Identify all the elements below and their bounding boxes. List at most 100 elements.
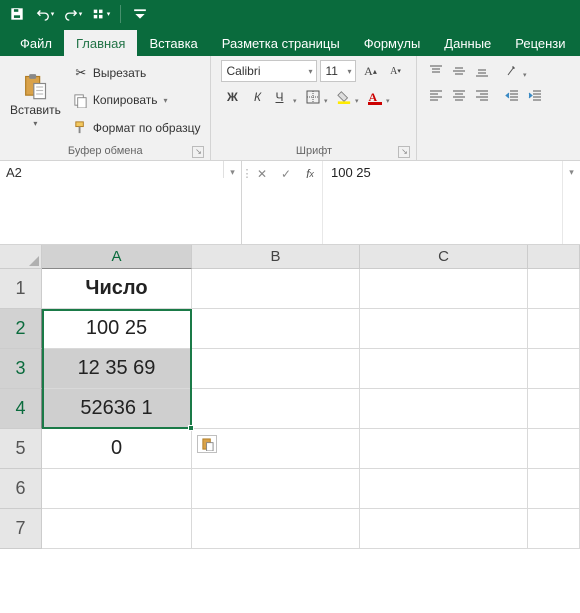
- col-header-extra[interactable]: [528, 245, 580, 269]
- row-header-1[interactable]: 1: [0, 269, 42, 309]
- tab-home[interactable]: Главная: [64, 30, 137, 56]
- col-header-A[interactable]: A: [42, 245, 192, 269]
- orientation-button[interactable]: ▾: [501, 60, 529, 82]
- formula-input[interactable]: 100 25: [323, 161, 562, 244]
- name-box-value[interactable]: A2: [0, 161, 223, 184]
- paste-options-smart-tag[interactable]: [197, 435, 217, 453]
- cut-button[interactable]: ✂ Вырезать: [71, 62, 203, 84]
- row-header-5[interactable]: 5: [0, 429, 42, 469]
- cell-D6[interactable]: [528, 469, 580, 509]
- font-launcher[interactable]: ↘: [398, 146, 410, 158]
- save-button[interactable]: [4, 2, 30, 26]
- row-header-6[interactable]: 6: [0, 469, 42, 509]
- copy-label: Копировать: [93, 93, 158, 107]
- row-header-7[interactable]: 7: [0, 509, 42, 549]
- cell-C4[interactable]: [360, 389, 528, 429]
- paste-icon: [21, 73, 49, 101]
- cell-C2[interactable]: [360, 309, 528, 349]
- tab-file[interactable]: Файл: [8, 30, 64, 56]
- decrease-indent-button[interactable]: [501, 84, 523, 106]
- col-header-B[interactable]: B: [192, 245, 360, 269]
- decrease-font-button[interactable]: A▾: [384, 60, 406, 82]
- italic-button[interactable]: К: [246, 86, 268, 108]
- increase-indent-button[interactable]: [524, 84, 546, 106]
- format-painter-label: Формат по образцу: [93, 121, 201, 135]
- align-left-button[interactable]: [425, 84, 447, 106]
- quick-access-toolbar: ▾ ▾ ▾: [0, 0, 580, 28]
- redo-button[interactable]: ▾: [60, 2, 86, 26]
- cell-B4[interactable]: [192, 389, 360, 429]
- cell-C6[interactable]: [360, 469, 528, 509]
- alignment-group-label: [421, 143, 550, 160]
- cell-C3[interactable]: [360, 349, 528, 389]
- qat-grid-button[interactable]: ▾: [88, 2, 114, 26]
- tab-formulas[interactable]: Формулы: [352, 30, 433, 56]
- tab-data[interactable]: Данные: [432, 30, 503, 56]
- cell-D5[interactable]: [528, 429, 580, 469]
- bold-button[interactable]: Ж: [221, 86, 243, 108]
- row-header-3[interactable]: 3: [0, 349, 42, 389]
- font-color-button[interactable]: A ▾: [364, 86, 392, 108]
- cell-C5[interactable]: [360, 429, 528, 469]
- paste-button[interactable]: Вставить ▾: [4, 58, 67, 143]
- copy-icon: [73, 92, 89, 108]
- enter-formula-button[interactable]: ✓: [274, 163, 298, 185]
- underline-button[interactable]: Ч▾: [271, 86, 299, 108]
- group-alignment: ▾: [417, 56, 554, 160]
- format-painter-button[interactable]: Формат по образцу: [71, 117, 203, 139]
- cell-C7[interactable]: [360, 509, 528, 549]
- copy-button[interactable]: Копировать ▾: [71, 89, 203, 111]
- paste-label: Вставить: [10, 103, 61, 117]
- cell-B3[interactable]: [192, 349, 360, 389]
- cell-B2[interactable]: [192, 309, 360, 349]
- cell-D1[interactable]: [528, 269, 580, 309]
- cell-A4[interactable]: 52636 1: [42, 389, 192, 429]
- font-group-label: Шрифт ↘: [215, 143, 412, 160]
- tab-review[interactable]: Рецензи: [503, 30, 577, 56]
- name-box-dropdown[interactable]: ▾: [223, 161, 241, 178]
- spreadsheet-grid[interactable]: A B C 1 Число 2 100 25 3 12 35 69 4 5263…: [0, 245, 580, 549]
- font-size-combo[interactable]: 11 ▾: [320, 60, 356, 82]
- border-button[interactable]: ▾: [302, 86, 330, 108]
- select-all-corner[interactable]: [0, 245, 42, 269]
- cell-A6[interactable]: [42, 469, 192, 509]
- font-name-combo[interactable]: Calibri ▾: [221, 60, 317, 82]
- clipboard-launcher[interactable]: ↘: [192, 146, 204, 158]
- cancel-formula-button[interactable]: ✕: [250, 163, 274, 185]
- cell-A5[interactable]: 0: [42, 429, 192, 469]
- tab-insert[interactable]: Вставка: [137, 30, 209, 56]
- ribbon-tabs: Файл Главная Вставка Разметка страницы Ф…: [0, 28, 580, 56]
- font-size-value: 11: [325, 64, 337, 78]
- col-header-C[interactable]: C: [360, 245, 528, 269]
- align-bottom-button[interactable]: [471, 60, 493, 82]
- paste-caret-icon: ▾: [33, 119, 37, 128]
- row-header-4[interactable]: 4: [0, 389, 42, 429]
- cell-B1[interactable]: [192, 269, 360, 309]
- formula-bar-expand[interactable]: ▾: [562, 161, 580, 244]
- cell-D4[interactable]: [528, 389, 580, 429]
- name-box[interactable]: A2 ▾: [0, 161, 242, 244]
- cell-D3[interactable]: [528, 349, 580, 389]
- cell-A7[interactable]: [42, 509, 192, 549]
- increase-font-button[interactable]: A▴: [359, 60, 381, 82]
- align-middle-button[interactable]: [448, 60, 470, 82]
- align-top-button[interactable]: [425, 60, 447, 82]
- cell-B5[interactable]: [192, 429, 360, 469]
- fill-color-button[interactable]: ▾: [333, 86, 361, 108]
- align-right-button[interactable]: [471, 84, 493, 106]
- cell-B7[interactable]: [192, 509, 360, 549]
- formula-bar-grip[interactable]: ⋮: [242, 161, 250, 244]
- tab-page-layout[interactable]: Разметка страницы: [210, 30, 352, 56]
- insert-function-button[interactable]: fx: [298, 163, 322, 185]
- row-header-2[interactable]: 2: [0, 309, 42, 349]
- cell-D7[interactable]: [528, 509, 580, 549]
- cell-B6[interactable]: [192, 469, 360, 509]
- cell-C1[interactable]: [360, 269, 528, 309]
- cell-D2[interactable]: [528, 309, 580, 349]
- customize-qat-button[interactable]: [127, 2, 153, 26]
- cell-A3[interactable]: 12 35 69: [42, 349, 192, 389]
- cell-A1[interactable]: Число: [42, 269, 192, 309]
- align-center-button[interactable]: [448, 84, 470, 106]
- cell-A2[interactable]: 100 25: [42, 309, 192, 349]
- undo-button[interactable]: ▾: [32, 2, 58, 26]
